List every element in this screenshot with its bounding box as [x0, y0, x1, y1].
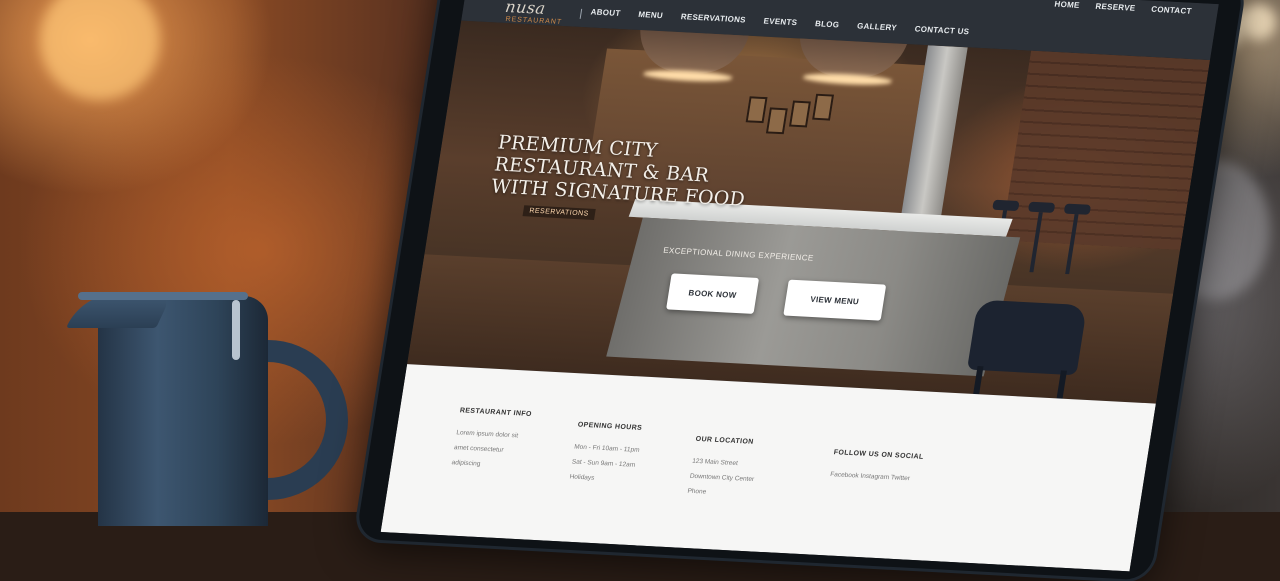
- book-now-button[interactable]: BOOK NOW: [666, 273, 760, 314]
- nav-item-menu[interactable]: MENU: [638, 10, 664, 20]
- pitcher-body: [98, 296, 268, 526]
- nav-item-gallery[interactable]: GALLERY: [856, 21, 897, 32]
- social-links[interactable]: Facebook Instagram Twitter: [830, 470, 970, 486]
- footer-heading: OUR LOCATION: [695, 435, 755, 446]
- nav-item-blog[interactable]: BLOG: [814, 19, 840, 29]
- footer-text: 123 Main Street: [691, 457, 739, 468]
- nav-top-home[interactable]: HOME: [1054, 0, 1080, 10]
- footer-column-social: FOLLOW US ON SOCIAL Facebook Instagram T…: [829, 449, 974, 492]
- nav-item-contact[interactable]: CONTACT US: [914, 24, 970, 36]
- laptop: nusa RESTAURANT HOME RESERVE CONTACT ABO…: [355, 0, 1245, 581]
- dark-chair: [959, 299, 1088, 404]
- nav-divider: [579, 8, 583, 19]
- nav-top-links: HOME RESERVE CONTACT: [1054, 0, 1192, 16]
- nav-top-reserve[interactable]: RESERVE: [1095, 2, 1136, 13]
- nav-top-contact[interactable]: CONTACT: [1151, 5, 1193, 16]
- footer-heading: FOLLOW US ON SOCIAL: [833, 449, 925, 461]
- footer-column-location: OUR LOCATION 123 Main Street Downtown Ci…: [686, 436, 835, 509]
- footer-text: Downtown City Center: [689, 472, 755, 484]
- bokeh-light: [1240, 4, 1276, 40]
- view-menu-button[interactable]: VIEW MENU: [783, 279, 887, 321]
- hero-title: PREMIUM CITY RESTAURANT & BAR WITH SIGNA…: [489, 131, 753, 210]
- footer-heading: RESTAURANT INFO: [459, 407, 533, 419]
- nav-item-reservations[interactable]: RESERVATIONS: [680, 12, 746, 24]
- footer-text: Phone: [686, 487, 707, 496]
- laptop-screen: nusa RESTAURANT HOME RESERVE CONTACT ABO…: [380, 0, 1219, 572]
- pitcher-rim: [78, 292, 248, 300]
- pitcher-highlight: [232, 300, 240, 360]
- hero-badge[interactable]: RESERVATIONS: [522, 205, 596, 220]
- nav-item-events[interactable]: EVENTS: [763, 16, 798, 27]
- nav-item-about[interactable]: ABOUT: [590, 7, 621, 18]
- bokeh-light: [40, 0, 160, 100]
- footer-heading: OPENING HOURS: [577, 421, 643, 432]
- hero-section: PREMIUM CITY RESTAURANT & BAR WITH SIGNA…: [407, 20, 1211, 404]
